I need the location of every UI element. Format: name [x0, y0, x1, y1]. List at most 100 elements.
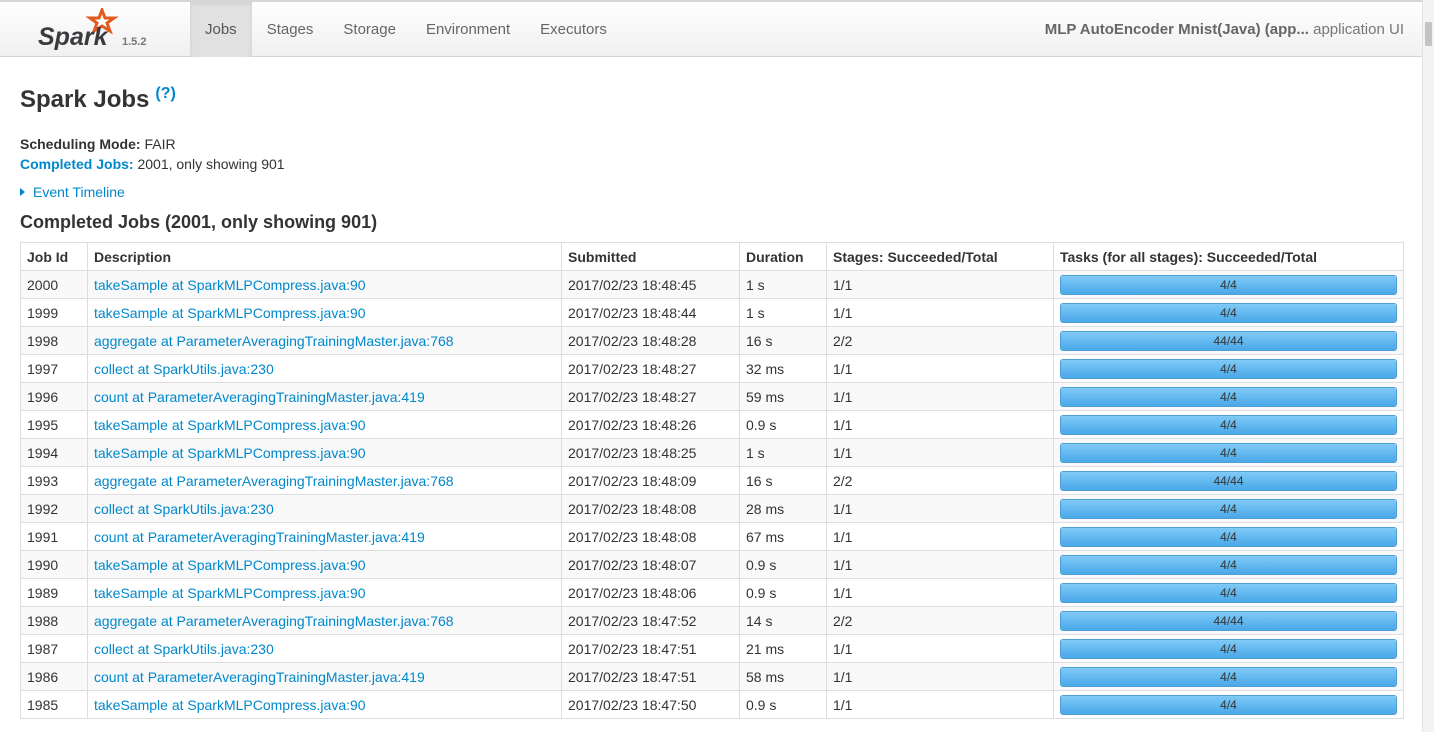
duration-cell: 0.9 s — [739, 410, 827, 439]
tab-jobs[interactable]: Jobs — [190, 2, 252, 57]
job-description-link[interactable]: takeSample at SparkMLPCompress.java:90 — [94, 417, 366, 433]
spark-logo[interactable]: Spark 1.5.2 — [36, 8, 176, 54]
job-description-link[interactable]: takeSample at SparkMLPCompress.java:90 — [94, 557, 366, 573]
app-suffix: application UI — [1308, 21, 1404, 38]
job-description-link[interactable]: count at ParameterAveragingTrainingMaste… — [94, 389, 425, 405]
task-progress-bar: 4/4 — [1060, 554, 1397, 575]
job-description-link[interactable]: takeSample at SparkMLPCompress.java:90 — [94, 697, 366, 713]
table-row: 1986 count at ParameterAveragingTrainingM… — [20, 662, 1404, 691]
stages-cell: 1/1 — [826, 690, 1054, 719]
table-row: 1992 collect at SparkUtils.java:230 2017/0… — [20, 494, 1404, 523]
col-header-duration[interactable]: Duration — [739, 242, 827, 271]
description-cell: aggregate at ParameterAveragingTrainingM… — [87, 326, 562, 355]
tab-executors[interactable]: Executors — [525, 2, 622, 57]
app-title: MLP AutoEncoder Mnist(Java) (app... appl… — [1045, 2, 1404, 57]
scrollbar-thumb[interactable] — [1425, 22, 1432, 46]
completed-jobs-value: 2001, only showing 901 — [137, 156, 285, 172]
description-cell: takeSample at SparkMLPCompress.java:90 — [87, 270, 562, 299]
tab-storage[interactable]: Storage — [328, 2, 411, 57]
job-description-link[interactable]: aggregate at ParameterAveragingTrainingM… — [94, 473, 454, 489]
task-progress-label: 4/4 — [1220, 417, 1237, 432]
tasks-cell: 44/44 — [1053, 326, 1404, 355]
job-id-cell: 1986 — [20, 662, 88, 691]
tab-environment[interactable]: Environment — [411, 2, 525, 57]
task-progress-label: 4/4 — [1220, 557, 1237, 572]
duration-cell: 16 s — [739, 466, 827, 495]
job-description-link[interactable]: aggregate at ParameterAveragingTrainingM… — [94, 333, 454, 349]
task-progress-bar: 4/4 — [1060, 498, 1397, 519]
description-cell: takeSample at SparkMLPCompress.java:90 — [87, 690, 562, 719]
tasks-cell: 4/4 — [1053, 438, 1404, 467]
submitted-cell: 2017/02/23 18:48:27 — [561, 354, 740, 383]
job-description-link[interactable]: aggregate at ParameterAveragingTrainingM… — [94, 613, 454, 629]
task-progress-label: 4/4 — [1220, 305, 1237, 320]
col-header-submitted[interactable]: Submitted — [561, 242, 740, 271]
table-row: 1989 takeSample at SparkMLPCompress.java:… — [20, 578, 1404, 607]
description-cell: takeSample at SparkMLPCompress.java:90 — [87, 410, 562, 439]
job-description-link[interactable]: takeSample at SparkMLPCompress.java:90 — [94, 445, 366, 461]
stages-cell: 1/1 — [826, 634, 1054, 663]
tasks-cell: 4/4 — [1053, 578, 1404, 607]
help-link[interactable]: (?) — [155, 85, 175, 102]
table-row: 1988 aggregate at ParameterAveragingTrain… — [20, 606, 1404, 635]
job-description-link[interactable]: takeSample at SparkMLPCompress.java:90 — [94, 305, 366, 321]
task-progress-label: 4/4 — [1220, 641, 1237, 656]
task-progress-bar: 4/4 — [1060, 526, 1397, 547]
description-cell: collect at SparkUtils.java:230 — [87, 354, 562, 383]
tasks-cell: 4/4 — [1053, 270, 1404, 299]
job-description-link[interactable]: takeSample at SparkMLPCompress.java:90 — [94, 277, 366, 293]
duration-cell: 32 ms — [739, 354, 827, 383]
stages-cell: 1/1 — [826, 522, 1054, 551]
table-row: 1990 takeSample at SparkMLPCompress.java:… — [20, 550, 1404, 579]
tasks-cell: 4/4 — [1053, 298, 1404, 327]
duration-cell: 16 s — [739, 326, 827, 355]
stages-cell: 2/2 — [826, 606, 1054, 635]
job-id-cell: 1999 — [20, 298, 88, 327]
brand-text: Spark — [38, 23, 109, 51]
table-row: 1998 aggregate at ParameterAveragingTrain… — [20, 326, 1404, 355]
col-header-tasks[interactable]: Tasks (for all stages): Succeeded/Total — [1053, 242, 1404, 271]
job-description-link[interactable]: count at ParameterAveragingTrainingMaste… — [94, 529, 425, 545]
job-description-link[interactable]: collect at SparkUtils.java:230 — [94, 361, 274, 377]
col-header-description[interactable]: Description — [87, 242, 562, 271]
table-row: 1995 takeSample at SparkMLPCompress.java:… — [20, 410, 1404, 439]
description-cell: aggregate at ParameterAveragingTrainingM… — [87, 606, 562, 635]
tasks-cell: 4/4 — [1053, 634, 1404, 663]
scheduling-mode-label: Scheduling Mode: — [20, 136, 141, 152]
page-title-text: Spark Jobs — [20, 86, 150, 113]
table-row: 1994 takeSample at SparkMLPCompress.java:… — [20, 438, 1404, 467]
job-description-link[interactable]: collect at SparkUtils.java:230 — [94, 641, 274, 657]
stages-cell: 2/2 — [826, 466, 1054, 495]
task-progress-label: 4/4 — [1220, 697, 1237, 712]
table-header-row: Job Id Description Submitted Duration St… — [20, 242, 1404, 271]
job-description-link[interactable]: count at ParameterAveragingTrainingMaste… — [94, 669, 425, 685]
job-id-cell: 1994 — [20, 438, 88, 467]
task-progress-bar: 44/44 — [1060, 610, 1397, 631]
job-id-cell: 1998 — [20, 326, 88, 355]
tab-stages[interactable]: Stages — [252, 2, 329, 57]
stages-cell: 1/1 — [826, 578, 1054, 607]
table-row: 1991 count at ParameterAveragingTrainingM… — [20, 522, 1404, 551]
duration-cell: 58 ms — [739, 662, 827, 691]
table-row: 1993 aggregate at ParameterAveragingTrain… — [20, 466, 1404, 495]
task-progress-label: 4/4 — [1220, 529, 1237, 544]
col-header-stages[interactable]: Stages: Succeeded/Total — [826, 242, 1054, 271]
job-description-link[interactable]: takeSample at SparkMLPCompress.java:90 — [94, 585, 366, 601]
job-description-link[interactable]: collect at SparkUtils.java:230 — [94, 501, 274, 517]
completed-jobs-link[interactable]: Completed Jobs: — [20, 156, 134, 172]
submitted-cell: 2017/02/23 18:47:52 — [561, 606, 740, 635]
duration-cell: 1 s — [739, 298, 827, 327]
task-progress-bar: 4/4 — [1060, 666, 1397, 687]
vertical-scrollbar[interactable] — [1422, 0, 1434, 732]
table-row: 1997 collect at SparkUtils.java:230 2017/0… — [20, 354, 1404, 383]
completed-jobs-heading: Completed Jobs (2001, only showing 901) — [20, 212, 378, 232]
duration-cell: 1 s — [739, 438, 827, 467]
event-timeline-toggle[interactable]: Event Timeline — [20, 184, 125, 200]
stages-cell: 1/1 — [826, 354, 1054, 383]
task-progress-bar: 4/4 — [1060, 414, 1397, 435]
duration-cell: 0.9 s — [739, 550, 827, 579]
task-progress-label: 4/4 — [1220, 445, 1237, 460]
submitted-cell: 2017/02/23 18:48:06 — [561, 578, 740, 607]
col-header-job-id[interactable]: Job Id — [20, 242, 88, 271]
submitted-cell: 2017/02/23 18:48:27 — [561, 382, 740, 411]
